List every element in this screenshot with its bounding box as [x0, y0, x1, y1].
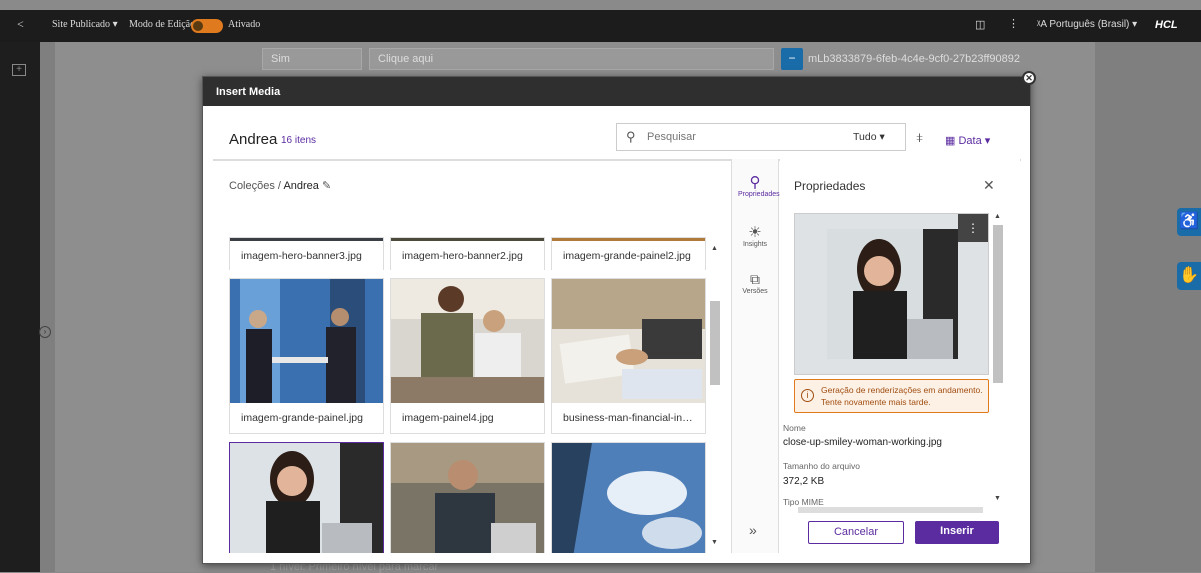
- scroll-down-icon[interactable]: ▼: [711, 539, 718, 546]
- properties-panel: Propriedades ✕ ⋮ i Geração de renderizaç…: [780, 159, 1020, 553]
- bg-remove-button: −: [781, 48, 803, 70]
- search-box: ⚲ Tudo ▾: [616, 123, 906, 151]
- info-icon: i: [801, 389, 814, 402]
- media-tile-name: imagem-hero-banner3.jpg: [230, 241, 383, 271]
- media-tile-name: imagem-painel4.jpg: [391, 403, 544, 433]
- preview-menu-icon[interactable]: ⋮: [958, 214, 988, 242]
- rail-versions[interactable]: ⧉ Versões: [738, 271, 772, 295]
- back-button[interactable]: <: [17, 17, 24, 32]
- warning-banner: i Geração de renderizações em andamento.…: [794, 379, 989, 413]
- add-section-icon[interactable]: +: [12, 64, 26, 76]
- preview-frame: ⋮: [794, 213, 989, 375]
- scroll-up-icon[interactable]: ▲: [711, 245, 718, 252]
- accessibility-icon[interactable]: ♿: [1177, 208, 1201, 236]
- expand-icon[interactable]: ›: [39, 326, 51, 338]
- edit-mode-toggle[interactable]: [191, 19, 223, 33]
- language-label: Português (Brasil): [1049, 19, 1130, 30]
- site-status-dropdown[interactable]: Site Publicado ▾: [52, 19, 118, 30]
- insights-icon: ☀: [748, 224, 762, 241]
- thumbnail: [552, 443, 705, 553]
- breadcrumb-separator: /: [277, 180, 281, 192]
- media-grid: imagem-hero-banner3.jpg imagem-hero-bann…: [213, 237, 713, 553]
- filter-dropdown[interactable]: Tudo ▾: [853, 131, 885, 143]
- name-value: close-up-smiley-woman-working.jpg: [783, 437, 942, 448]
- filter-label: Tudo: [853, 131, 877, 143]
- bg-field-id: mLb3833879-6feb-4c4e-9cf0-27b23ff90892: [808, 53, 1021, 65]
- close-icon[interactable]: ✕: [983, 177, 995, 194]
- help-icon[interactable]: ✋: [1177, 262, 1201, 290]
- media-tile-name: imagem-hero-banner2.jpg: [391, 241, 544, 271]
- wrench-icon: ⚲: [749, 174, 761, 191]
- mime-label: Tipo MIME: [783, 497, 824, 507]
- insert-media-dialog: Insert Media Andrea 16 itens ⚲ Tudo ▾ ⧧ …: [202, 76, 1031, 564]
- versions-icon: ⧉: [750, 271, 760, 287]
- dialog-close-icon[interactable]: ✕: [1022, 71, 1036, 85]
- rail-properties-label: Propriedades: [738, 191, 780, 198]
- top-bar: < Site Publicado ▾ Modo de Edição: Ativa…: [0, 10, 1201, 42]
- rail-insights-label: Insights: [742, 241, 768, 248]
- media-tile[interactable]: imagem-grande-painel.jpg: [229, 278, 384, 434]
- language-selector[interactable]: ᵡA Português (Brasil) ▾: [1037, 19, 1137, 30]
- rail-versions-label: Versões: [742, 288, 768, 295]
- media-tile-selected[interactable]: [229, 442, 384, 553]
- collection-title: Andrea: [229, 131, 278, 148]
- brand-logo: HCL: [1155, 19, 1178, 31]
- breadcrumb-root[interactable]: Coleções: [229, 180, 275, 192]
- left-toolbar: +: [0, 42, 40, 572]
- media-tile-name: imagem-grande-painel2.jpg: [552, 241, 705, 271]
- bg-field-sim: Sim: [262, 48, 362, 70]
- media-tile-name: imagem-grande-painel.jpg: [230, 403, 383, 433]
- media-tile[interactable]: imagem-grande-painel2.jpg: [551, 237, 706, 271]
- thumbnail: [552, 279, 705, 403]
- rail-properties[interactable]: ⚲ Propriedades: [738, 173, 780, 198]
- size-label: Tamanho do arquivo: [783, 461, 861, 471]
- grid-scrollbar[interactable]: ▲ ▼: [708, 237, 722, 553]
- properties-title: Propriedades: [794, 179, 866, 193]
- breadcrumb: Coleções / Andrea ✎: [229, 179, 331, 192]
- search-input[interactable]: [647, 128, 827, 146]
- calendar-icon[interactable]: ◫: [975, 18, 985, 31]
- more-options-icon[interactable]: ⋮: [1008, 17, 1019, 30]
- edit-mode-value: Ativado: [228, 19, 261, 30]
- media-tile[interactable]: [551, 442, 706, 553]
- media-tile-name: business-man-financial-inspe...: [552, 403, 705, 433]
- media-tile[interactable]: business-man-financial-inspe...: [551, 278, 706, 434]
- dialog-title: Insert Media: [203, 77, 1030, 106]
- preview-image: [827, 229, 958, 359]
- scroll-thumb[interactable]: [993, 225, 1003, 383]
- site-status-label: Site Publicado: [52, 19, 111, 30]
- collapse-panel-icon[interactable]: »: [749, 522, 757, 538]
- name-label: Nome: [783, 423, 806, 433]
- thumbnail: [230, 279, 383, 403]
- scroll-thumb[interactable]: [710, 301, 720, 385]
- media-tile[interactable]: imagem-hero-banner2.jpg: [390, 237, 545, 271]
- side-rail: ⚲ Propriedades ☀ Insights ⧉ Versões »: [731, 159, 780, 553]
- media-tile[interactable]: [390, 442, 545, 553]
- edit-collection-icon[interactable]: ✎: [322, 180, 331, 192]
- thumbnail: [391, 443, 544, 553]
- bg-field-click: Clique aqui: [369, 48, 774, 70]
- thumbnail: [391, 279, 544, 403]
- edit-mode-label: Modo de Edição:: [129, 19, 198, 30]
- item-count: 16 itens: [281, 135, 317, 146]
- thumbnail: [230, 443, 383, 553]
- scroll-up-icon[interactable]: ▲: [994, 213, 1001, 220]
- filter-settings-icon[interactable]: ⧧: [916, 129, 923, 146]
- grid-view-icon: ▦: [945, 135, 956, 147]
- sort-label: Data: [958, 135, 982, 147]
- translate-icon: ᵡA: [1037, 19, 1047, 30]
- insert-button[interactable]: Inserir: [915, 521, 999, 544]
- warning-text: Geração de renderizações em andamento. T…: [821, 385, 983, 407]
- rail-insights[interactable]: ☀ Insights: [738, 223, 772, 248]
- media-tile[interactable]: imagem-painel4.jpg: [390, 278, 545, 434]
- cancel-button[interactable]: Cancelar: [808, 521, 904, 544]
- breadcrumb-current: Andrea: [283, 180, 319, 192]
- media-tile[interactable]: imagem-hero-banner3.jpg: [229, 237, 384, 271]
- properties-scrollbar[interactable]: ▲ ▼: [991, 213, 1005, 511]
- sort-dropdown[interactable]: ▦ Data ▾: [945, 134, 990, 147]
- size-value: 372,2 KB: [783, 476, 825, 487]
- horizontal-scrollbar[interactable]: [798, 507, 983, 513]
- scroll-down-icon[interactable]: ▼: [994, 495, 1001, 502]
- search-icon: ⚲: [626, 129, 636, 144]
